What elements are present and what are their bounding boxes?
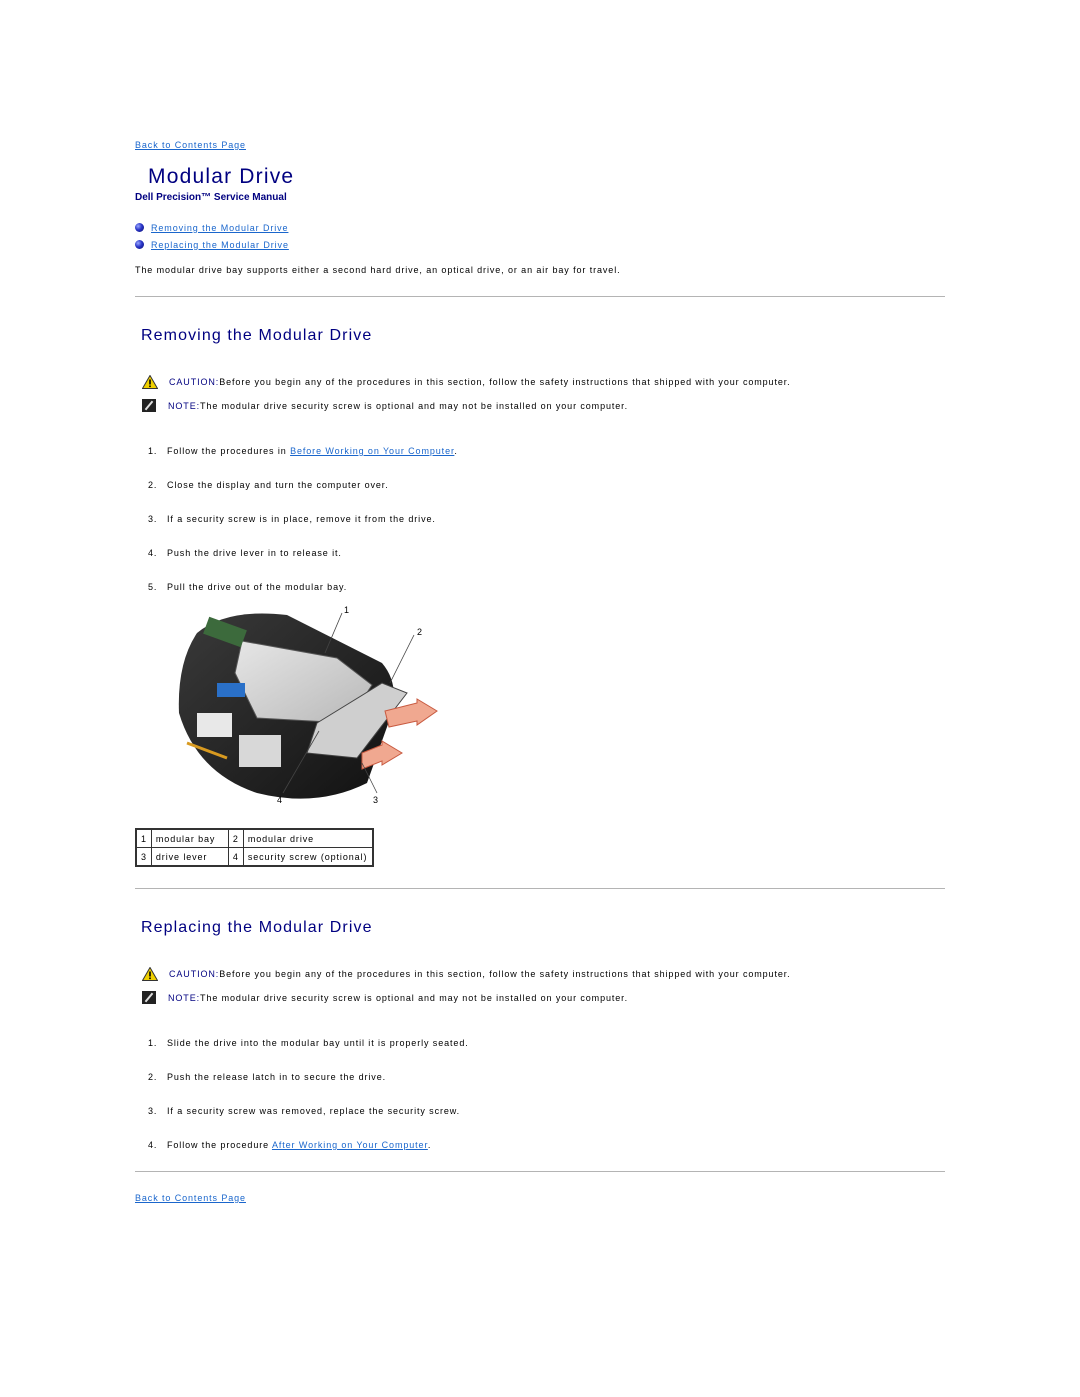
note-label: NOTE:	[168, 400, 201, 411]
table-row: 1 modular bay 2 modular drive	[135, 828, 374, 848]
modular-drive-illustration: 1 2 3 4	[178, 605, 438, 805]
table-row: 3 drive lever 4 security screw (optional…	[135, 847, 374, 867]
toc-item: Replacing the Modular Drive	[135, 236, 289, 253]
before-working-link[interactable]: Before Working on Your Computer	[290, 446, 454, 456]
caution-text: Before you begin any of the procedures i…	[219, 377, 791, 387]
replacement-steps: 1. Slide the drive into the modular bay u…	[148, 1038, 469, 1174]
back-to-contents-link-bottom[interactable]: Back to Contents Page	[135, 1193, 246, 1203]
divider	[135, 888, 945, 889]
after-working-link[interactable]: After Working on Your Computer	[272, 1140, 428, 1150]
step-item: 3. If a security screw was removed, repla…	[148, 1106, 461, 1116]
note-label: NOTE:	[168, 992, 201, 1003]
step-item: 1. Slide the drive into the modular bay u…	[148, 1038, 469, 1048]
section-heading-replacing: Replacing the Modular Drive	[141, 919, 373, 936]
manual-subtitle: Dell Precision™ Service Manual	[135, 192, 287, 203]
note-pencil-icon	[142, 399, 156, 412]
warning-icon	[142, 375, 158, 389]
toc-item: Removing the Modular Drive	[135, 219, 289, 236]
table-of-contents: Removing the Modular Drive Replacing the…	[135, 219, 289, 253]
note-notice: NOTE: The modular drive security screw i…	[142, 991, 628, 1004]
callout-2: 2	[417, 627, 422, 637]
bullet-icon	[135, 223, 144, 232]
step-item: 2. Push the release latch in to secure th…	[148, 1072, 387, 1082]
caution-text: Before you begin any of the procedures i…	[219, 969, 791, 979]
toc-link-replacing[interactable]: Replacing the Modular Drive	[151, 240, 289, 250]
step-item: 3. If a security screw is in place, remov…	[148, 514, 436, 524]
divider	[135, 1171, 945, 1172]
page-title: Modular Drive	[148, 165, 295, 188]
callout-legend-table: 1 modular bay 2 modular drive 3 drive le…	[135, 828, 374, 867]
step-item: 1. Follow the procedures in Before Workin…	[148, 446, 458, 456]
caution-notice: CAUTION: Before you begin any of the pro…	[142, 375, 791, 389]
bullet-icon	[135, 240, 144, 249]
note-text: The modular drive security screw is opti…	[200, 400, 628, 411]
section-heading-removing: Removing the Modular Drive	[141, 327, 373, 344]
step-item: 2. Close the display and turn the compute…	[148, 480, 389, 490]
note-notice: NOTE: The modular drive security screw i…	[142, 399, 628, 412]
note-pencil-icon	[142, 991, 156, 1004]
back-to-contents-link[interactable]: Back to Contents Page	[135, 140, 246, 150]
removal-steps: 1. Follow the procedures in Before Workin…	[148, 446, 458, 616]
callout-1: 1	[344, 605, 349, 615]
caution-label: CAUTION:	[169, 377, 220, 387]
warning-icon	[142, 967, 158, 981]
step-item: 4. Push the drive lever in to release it.	[148, 548, 342, 558]
intro-paragraph: The modular drive bay supports either a …	[135, 265, 621, 275]
note-text: The modular drive security screw is opti…	[200, 992, 628, 1003]
caution-label: CAUTION:	[169, 969, 220, 979]
step-item: 4. Follow the procedure After Working on …	[148, 1140, 432, 1150]
divider	[135, 296, 945, 297]
toc-link-removing[interactable]: Removing the Modular Drive	[151, 223, 288, 233]
callout-3: 3	[373, 795, 378, 805]
callout-4: 4	[277, 795, 282, 805]
caution-notice: CAUTION: Before you begin any of the pro…	[142, 967, 791, 981]
